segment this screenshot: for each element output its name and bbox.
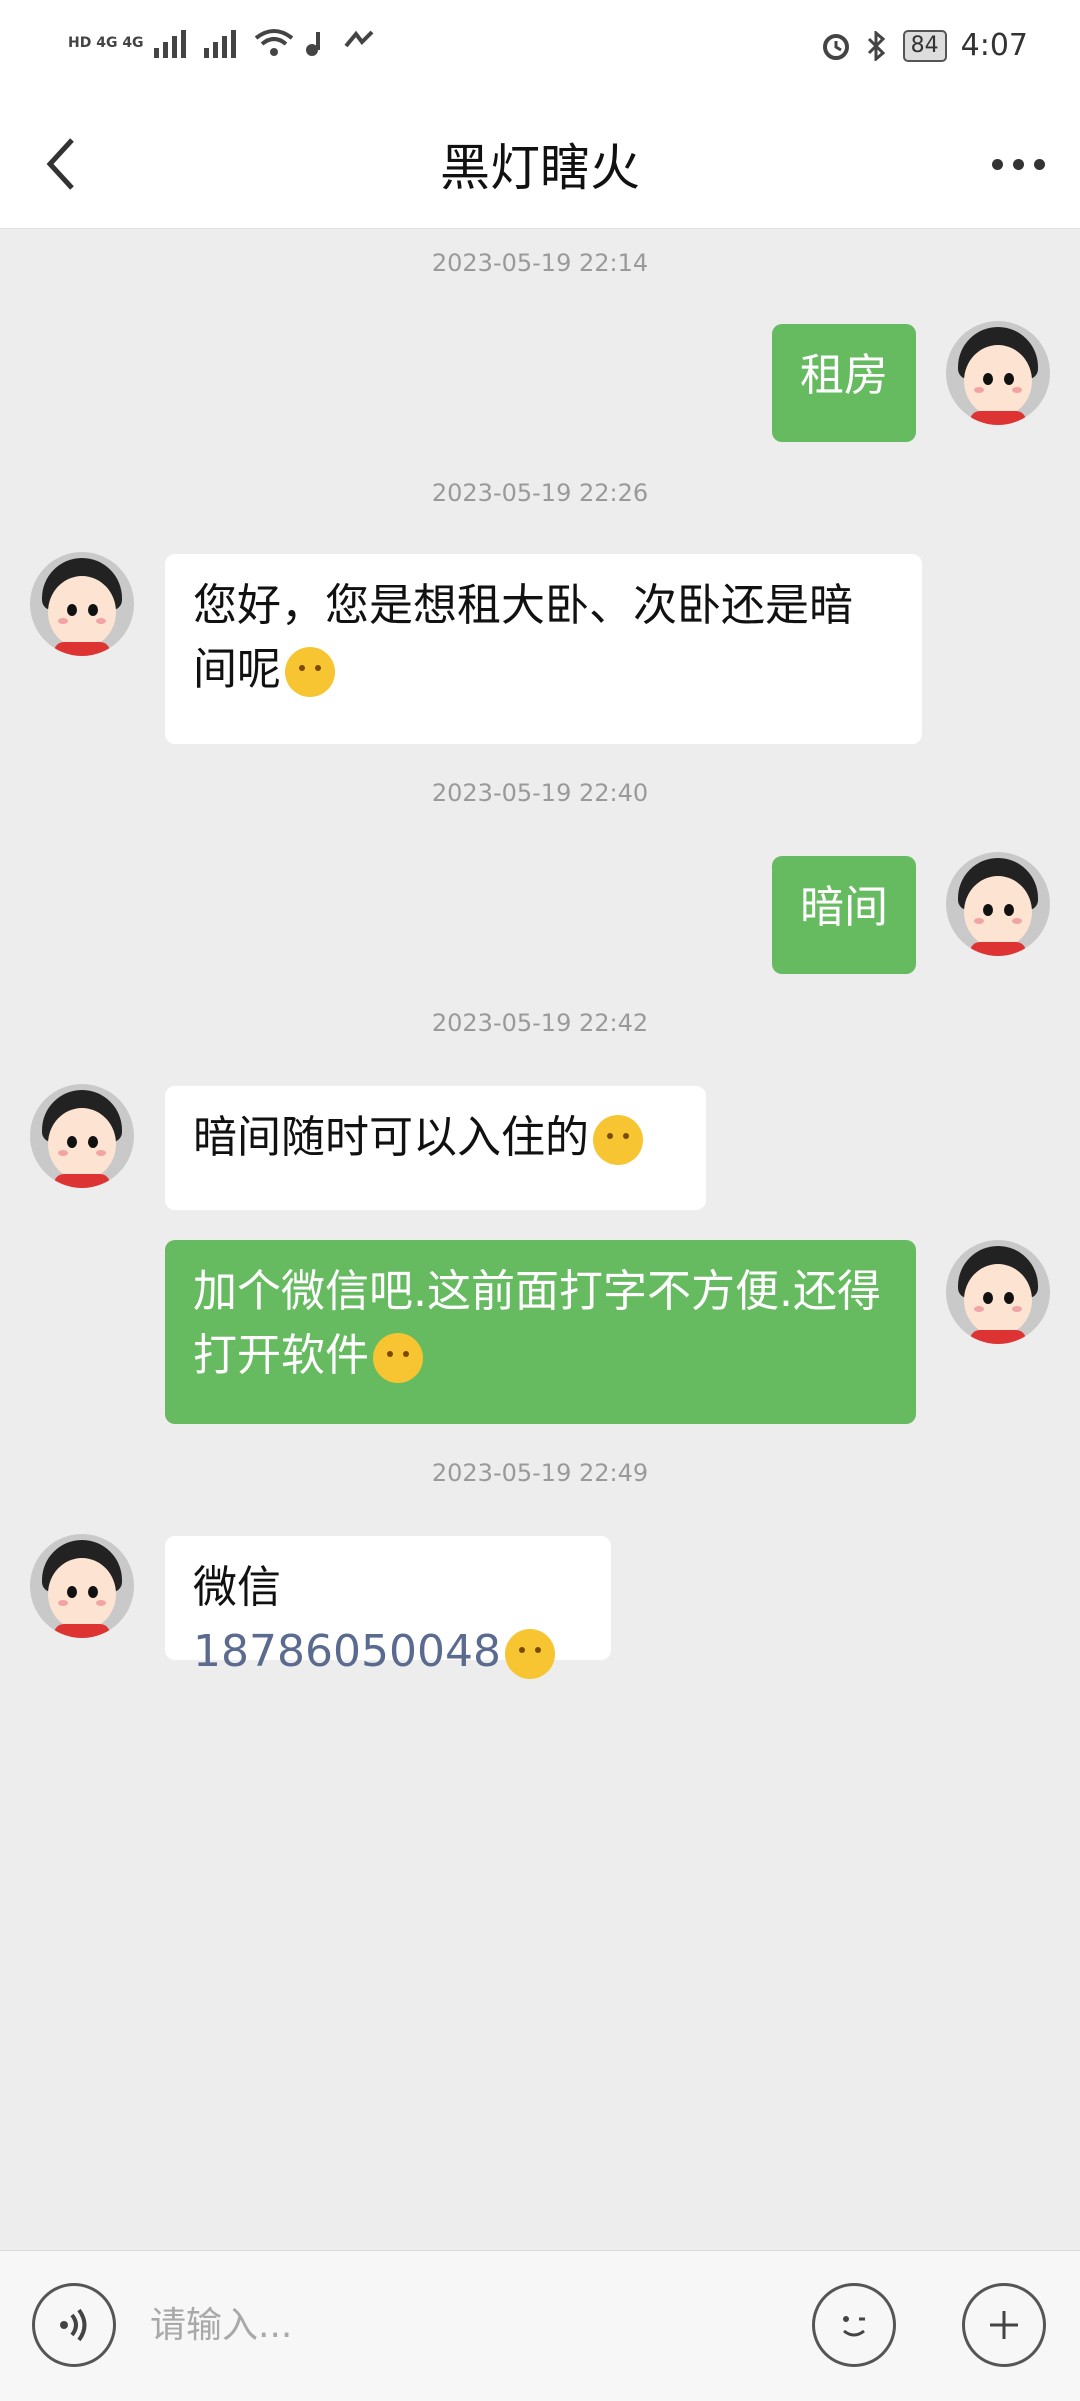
signal-bars-icon — [153, 30, 186, 58]
message-timestamp: 2023-05-19 22:26 — [431, 479, 649, 507]
message-text: 微信 — [193, 1562, 281, 1613]
plus-button[interactable] — [962, 2283, 1046, 2367]
signal-indicators: HD 4G 4G — [68, 28, 376, 58]
message-timestamp: 2023-05-19 22:42 — [431, 1009, 649, 1037]
smile-emoji-icon — [504, 1629, 555, 1679]
avatar[interactable] — [30, 552, 134, 656]
more-button[interactable] — [978, 124, 1058, 204]
battery-indicator: 84 — [902, 29, 947, 62]
voice-button[interactable] — [32, 2283, 116, 2367]
avatar[interactable] — [30, 1084, 134, 1188]
message-timestamp: 2023-05-19 22:49 — [431, 1459, 649, 1487]
message-text: 加个微信吧.这前面打字不方便.还得打开软件 — [193, 1266, 881, 1381]
chat-area[interactable]: 2023-05-19 22:14 租房 2023-05-19 22:26 您好，… — [0, 229, 1080, 2249]
message-timestamp: 2023-05-19 22:14 — [431, 249, 649, 277]
message-input[interactable]: 请输入... — [150, 2291, 780, 2361]
avatar[interactable] — [946, 852, 1050, 956]
alarm-icon — [822, 33, 849, 60]
status-network-text: HD 4G 4G — [68, 35, 144, 51]
status-time: 4:07 — [960, 28, 1028, 63]
plus-icon — [990, 2311, 1018, 2339]
emoji-button[interactable] — [812, 2283, 896, 2367]
more-horizontal-icon — [991, 158, 1003, 170]
status-bar: HD 4G 4G 84 4:07 — [0, 0, 1080, 100]
chat-header: 黑灯瞎火 — [0, 100, 1080, 229]
message-text: 暗间 — [800, 882, 888, 933]
message-bubble-outgoing[interactable]: 暗间 — [772, 856, 916, 974]
message-text: 租房 — [800, 350, 888, 401]
wifi-icon — [254, 29, 293, 56]
music-icon — [305, 32, 320, 56]
smile-emoji-icon — [285, 647, 335, 697]
message-bubble-incoming[interactable]: 微信 18786050048 — [165, 1536, 611, 1679]
page-title: 黑灯瞎火 — [440, 139, 640, 197]
health-icon — [344, 30, 373, 48]
smile-emoji-icon — [593, 1115, 643, 1165]
message-text: 暗间随时可以入住的 — [193, 1112, 589, 1163]
emoji-icon — [843, 2316, 865, 2337]
message-bubble-incoming[interactable]: 您好，您是想租大卧、次卧还是暗间呢 — [165, 554, 922, 744]
message-bubble-outgoing[interactable]: 租房 — [772, 324, 916, 442]
input-bar: 请输入... — [0, 2250, 1080, 2401]
laughing-emoji-icon — [373, 1333, 423, 1383]
bluetooth-icon — [867, 30, 885, 61]
message-timestamp: 2023-05-19 22:40 — [431, 779, 649, 807]
message-bubble-outgoing[interactable]: 加个微信吧.这前面打字不方便.还得打开软件 — [165, 1240, 916, 1424]
voice-icon — [60, 2308, 87, 2342]
signal-bars-icon-2 — [203, 30, 236, 58]
avatar[interactable] — [946, 1240, 1050, 1344]
avatar[interactable] — [30, 1534, 134, 1638]
message-bubble-incoming[interactable]: 暗间随时可以入住的 — [165, 1086, 706, 1210]
avatar[interactable] — [946, 321, 1050, 425]
status-right: 84 4:07 — [821, 28, 1028, 63]
phone-number-link[interactable]: 18786050048 — [193, 1626, 501, 1677]
